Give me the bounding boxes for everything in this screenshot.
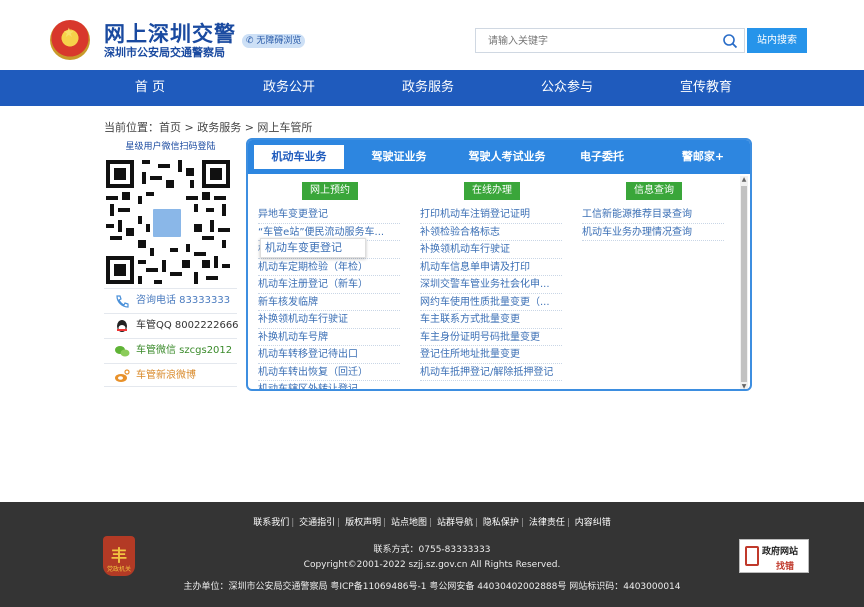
list-item[interactable]: 打印机动车注销登记证明 bbox=[420, 206, 562, 224]
online-handling-header[interactable]: 在线办理 bbox=[464, 182, 520, 200]
hover-tooltip: 机动车变更登记 bbox=[260, 238, 366, 258]
list-item[interactable]: 补换领机动车行驶证 bbox=[420, 241, 562, 259]
accessibility-button[interactable]: ✆ 无障碍浏览 bbox=[242, 34, 306, 48]
panel-scrollbar[interactable]: ▲ ▼ bbox=[740, 176, 748, 389]
tab-police-post[interactable]: 警邮家+ bbox=[668, 140, 738, 174]
footer-link-copyright[interactable]: 版权声明 bbox=[345, 518, 381, 528]
site-header: ★ 网上深圳交警 深圳市公安局交通警察局 ✆ 无障碍浏览 站内搜索 bbox=[0, 0, 864, 70]
list-item[interactable]: 补换领机动车行驶证 bbox=[258, 311, 400, 329]
police-emblem-icon[interactable]: ★ bbox=[50, 20, 90, 60]
handling-list: 打印机动车注销登记证明 补领检验合格标志 补换领机动车行驶证 机动车信息单申请及… bbox=[420, 206, 562, 381]
list-item[interactable]: 机动车业务办理情况查询 bbox=[582, 224, 724, 241]
breadcrumb: 当前位置：首页 > 政务服务 > 网上车管所 bbox=[104, 121, 313, 134]
tab-bar: 机动车业务 驾驶证业务 驾驶人考试业务 电子委托 警邮家+ bbox=[248, 140, 750, 174]
nav-gov-affairs[interactable]: 政务公开 bbox=[239, 70, 339, 106]
booking-list: 异地车变更登记 “车管e站”便民流动服务车... 机动车变更登记 机动车定期检验… bbox=[258, 206, 400, 389]
list-item[interactable]: 补领检验合格标志 bbox=[420, 224, 562, 241]
list-item[interactable]: 登记住所地址批量变更 bbox=[420, 346, 562, 364]
list-item[interactable]: 补换机动车号牌 bbox=[258, 329, 400, 346]
list-item[interactable]: 机动车转移登记待出口 bbox=[258, 346, 400, 364]
list-item[interactable]: 机动车转出恢复（回迁） bbox=[258, 364, 400, 381]
magnifier-icon bbox=[745, 546, 759, 566]
qr-center-logo bbox=[151, 207, 183, 239]
phone-icon bbox=[116, 295, 129, 308]
info-query-header[interactable]: 信息查询 bbox=[626, 182, 682, 200]
online-booking-header[interactable]: 网上预约 bbox=[302, 182, 358, 200]
list-item[interactable]: 机动车注册登记（新车） bbox=[258, 276, 400, 294]
list-item[interactable]: 工信新能源推荐目录查询 bbox=[582, 206, 724, 224]
list-item[interactable]: 机动车信息单申请及打印 bbox=[420, 259, 562, 276]
list-item[interactable]: 网约车使用性质批量变更（... bbox=[420, 294, 562, 311]
qq-icon bbox=[117, 320, 127, 332]
list-item[interactable]: 机动车定期检验（年检） bbox=[258, 259, 400, 276]
footer-links: 联系我们 | 交通指引 | 版权声明 | 站点地图 | 站群导航 | 隐私保护 | 法律责任… bbox=[253, 518, 611, 528]
qr-code bbox=[106, 160, 230, 284]
left-sidebar: 星级用户微信扫码登陆 咨询电话 83333333 车管QQ 8002222666… bbox=[104, 138, 239, 387]
query-list: 工信新能源推荐目录查询 机动车业务办理情况查询 bbox=[582, 206, 724, 241]
list-item[interactable]: 车主身份证明号码批量变更 bbox=[420, 329, 562, 346]
nav-education[interactable]: 宣传教育 bbox=[656, 70, 756, 106]
list-item[interactable]: 异地车变更登记 bbox=[258, 206, 400, 224]
gov-site-error-report-button[interactable]: 政府网站 找错 bbox=[739, 539, 809, 573]
footer-link-correction[interactable]: 内容纠错 bbox=[575, 518, 611, 528]
footer-copyright: Copyright©2001-2022 szjj.sz.gov.cn All R… bbox=[303, 560, 561, 570]
nav-gov-services[interactable]: 政务服务 bbox=[378, 70, 478, 106]
gov-site-label: 政府网站 bbox=[762, 547, 799, 557]
tab-e-entrust[interactable]: 电子委托 bbox=[566, 140, 638, 174]
contact-wechat[interactable]: 车管微信 szcgs2012 bbox=[104, 338, 237, 362]
wechat-icon bbox=[115, 346, 130, 357]
service-panel: 机动车业务 驾驶证业务 驾驶人考试业务 电子委托 警邮家+ 网上预约 在线办理 … bbox=[246, 138, 752, 391]
footer-link-privacy[interactable]: 隐私保护 bbox=[483, 518, 519, 528]
tab-exam[interactable]: 驾驶人考试业务 bbox=[454, 140, 560, 174]
nav-public-participation[interactable]: 公众参与 bbox=[517, 70, 617, 106]
footer-link-contact[interactable]: 联系我们 bbox=[253, 518, 289, 528]
nav-home[interactable]: 首 页 bbox=[100, 70, 200, 106]
main-nav: 首 页 政务公开 政务服务 公众参与 宣传教育 bbox=[0, 70, 864, 106]
footer-link-legal[interactable]: 法律责任 bbox=[529, 518, 565, 528]
weibo-icon bbox=[115, 369, 130, 382]
search-input[interactable] bbox=[476, 30, 706, 53]
tab-vehicle[interactable]: 机动车业务 bbox=[254, 145, 344, 169]
search-button[interactable]: 站内搜索 bbox=[747, 28, 807, 53]
accessibility-label: 无障碍浏览 bbox=[256, 36, 302, 46]
footer-contact: 联系方式：0755-83333333 bbox=[373, 545, 491, 555]
contact-qq-text: 车管QQ 8002222666 bbox=[136, 320, 239, 331]
list-item[interactable]: 深圳交警车管业务社会化申... bbox=[420, 276, 562, 294]
contact-weibo-text: 车管新浪微博 bbox=[136, 370, 196, 381]
tab-license[interactable]: 驾驶证业务 bbox=[356, 140, 442, 174]
list-item[interactable]: 车主联系方式批量变更 bbox=[420, 311, 562, 329]
report-error-label: 找错 bbox=[776, 562, 795, 572]
scroll-down-arrow-icon[interactable]: ▼ bbox=[740, 383, 748, 389]
search-icon[interactable] bbox=[722, 33, 738, 49]
footer-link-traffic[interactable]: 交通指引 bbox=[299, 518, 335, 528]
footer-link-sitemap[interactable]: 站点地图 bbox=[391, 518, 427, 528]
scroll-thumb[interactable] bbox=[741, 186, 747, 382]
list-item[interactable]: 新车核发临牌 bbox=[258, 294, 400, 311]
contact-phone[interactable]: 咨询电话 83333333 bbox=[104, 288, 237, 312]
site-subtitle: 深圳市公安局交通警察局 bbox=[104, 46, 225, 59]
contact-phone-text: 咨询电话 83333333 bbox=[136, 295, 231, 306]
qr-title: 星级用户微信扫码登陆 bbox=[125, 142, 216, 152]
search-box bbox=[475, 28, 745, 53]
footer-host-info: 主办单位：深圳市公安局交通警察局 粤ICP备11069486号-1 粤公网安备 … bbox=[183, 582, 681, 592]
contact-qq[interactable]: 车管QQ 8002222666 bbox=[104, 313, 239, 337]
list-item[interactable]: 机动车辖区外转让登记 bbox=[258, 381, 400, 389]
list-item[interactable]: 机动车抵押登记/解除抵押登记 bbox=[420, 364, 562, 381]
scroll-up-arrow-icon[interactable]: ▲ bbox=[740, 176, 748, 184]
footer-link-site-group[interactable]: 站群导航 bbox=[437, 518, 473, 528]
contact-weibo[interactable]: 车管新浪微博 bbox=[104, 363, 237, 387]
contact-wechat-text: 车管微信 szcgs2012 bbox=[136, 345, 233, 356]
site-footer: 联系我们 | 交通指引 | 版权声明 | 站点地图 | 站群导航 | 隐私保护 | 法律责任… bbox=[0, 502, 864, 607]
